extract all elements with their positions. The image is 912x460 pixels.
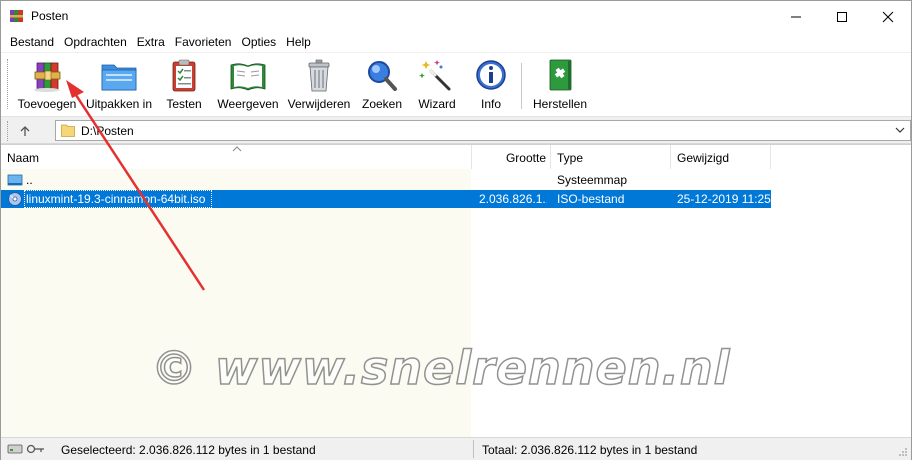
folder-icon bbox=[61, 124, 75, 137]
resize-grip-icon[interactable] bbox=[898, 447, 908, 457]
books-add-icon bbox=[34, 62, 61, 92]
menu-extra[interactable]: Extra bbox=[132, 32, 170, 52]
trash-can-icon bbox=[308, 59, 330, 92]
info-icon bbox=[476, 60, 506, 90]
column-header-type-label: Type bbox=[557, 151, 584, 165]
row-type: Systeemmap bbox=[557, 173, 628, 187]
toolbar-separator bbox=[521, 63, 522, 109]
arrow-up-icon bbox=[20, 126, 30, 136]
status-total: Totaal: 2.036.826.112 bytes in 1 bestand bbox=[482, 443, 698, 457]
name-column-shading bbox=[1, 169, 471, 438]
status-divider bbox=[473, 440, 474, 458]
table-row-parent[interactable]: .. Systeemmap bbox=[1, 171, 771, 189]
menu-bestand[interactable]: Bestand bbox=[5, 32, 59, 52]
address-path: D:\Posten bbox=[81, 124, 134, 138]
table-row-selected[interactable]: linuxmint-19.3-cinnamon-64bit.iso 2.036.… bbox=[1, 190, 771, 208]
minimize-button[interactable] bbox=[773, 1, 819, 32]
toolbar: Toevoegen Uitpakken in Testen Weergeven … bbox=[1, 52, 911, 116]
iso-file-icon bbox=[8, 192, 22, 206]
column-header-size[interactable]: Grootte bbox=[472, 145, 551, 169]
column-header-modified-label: Gewijzigd bbox=[677, 151, 730, 165]
winrar-window: Posten Bestand Opdrachten Extra Favoriet… bbox=[0, 0, 912, 460]
weergeven-button[interactable]: Weergeven bbox=[215, 57, 281, 113]
menu-favorieten[interactable]: Favorieten bbox=[170, 32, 237, 52]
toevoegen-label: Toevoegen bbox=[17, 97, 77, 111]
toevoegen-button[interactable]: Toevoegen bbox=[17, 57, 77, 113]
menu-opties[interactable]: Opties bbox=[236, 32, 281, 52]
minimize-icon bbox=[791, 16, 801, 17]
winrar-app-icon bbox=[10, 10, 23, 22]
status-bar: Geselecteerd: 2.036.826.112 bytes in 1 b… bbox=[1, 437, 911, 460]
menu-opdrachten[interactable]: Opdrachten bbox=[59, 32, 132, 52]
window-title: Posten bbox=[31, 9, 69, 23]
magic-wand-icon bbox=[419, 60, 451, 91]
row-type: ISO-bestand bbox=[557, 192, 625, 206]
testen-label: Testen bbox=[166, 97, 202, 111]
weergeven-label: Weergeven bbox=[217, 97, 279, 111]
maximize-button[interactable] bbox=[819, 1, 865, 32]
column-header-name-label: Naam bbox=[7, 151, 40, 165]
toolbar-grip[interactable] bbox=[7, 59, 10, 109]
wizard-button[interactable]: Wizard bbox=[415, 57, 459, 113]
maximize-icon bbox=[837, 11, 847, 22]
column-header-type[interactable]: Type bbox=[551, 145, 671, 169]
list-header: Naam Grootte Type Gewijzigd bbox=[1, 145, 911, 169]
menu-bar: Bestand Opdrachten Extra Favorieten Opti… bbox=[1, 32, 911, 52]
status-selected: Geselecteerd: 2.036.826.112 bytes in 1 b… bbox=[61, 443, 316, 457]
testen-button[interactable]: Testen bbox=[161, 57, 207, 113]
column-header-size-label: Grootte bbox=[505, 151, 546, 165]
address-combobox[interactable]: D:\Posten bbox=[55, 120, 911, 141]
uitpakken-label: Uitpakken in bbox=[85, 97, 153, 111]
column-header-modified[interactable]: Gewijzigd bbox=[671, 145, 771, 169]
clipboard-check-icon bbox=[172, 59, 196, 92]
title-bar[interactable]: Posten bbox=[1, 1, 911, 32]
address-bar-row: D:\Posten bbox=[1, 116, 911, 144]
watermark-text: © www.snelrennen.nl bbox=[150, 340, 731, 396]
sort-ascending-icon bbox=[232, 146, 242, 152]
magnifier-icon bbox=[368, 61, 397, 91]
close-icon bbox=[882, 11, 894, 22]
close-button[interactable] bbox=[865, 1, 911, 32]
row-size: 2.036.826.1... bbox=[479, 192, 547, 206]
row-name: .. bbox=[26, 173, 33, 187]
info-button[interactable]: Info bbox=[469, 57, 513, 113]
verwijderen-button[interactable]: Verwijderen bbox=[287, 57, 351, 113]
menu-help[interactable]: Help bbox=[281, 32, 316, 52]
row-modified: 25-12-2019 11:25 bbox=[677, 192, 771, 206]
herstellen-label: Herstellen bbox=[532, 97, 588, 111]
chevron-down-icon[interactable] bbox=[894, 124, 906, 136]
verwijderen-label: Verwijderen bbox=[287, 97, 351, 111]
open-book-icon bbox=[230, 63, 266, 91]
zoeken-label: Zoeken bbox=[361, 97, 403, 111]
folder-extract-icon bbox=[101, 64, 137, 91]
file-list[interactable]: Naam Grootte Type Gewijzigd .. Systeemma… bbox=[1, 144, 911, 438]
zoeken-button[interactable]: Zoeken bbox=[359, 57, 405, 113]
up-folder-button[interactable] bbox=[15, 121, 35, 141]
uitpakken-button[interactable]: Uitpakken in bbox=[85, 57, 153, 113]
wizard-label: Wizard bbox=[418, 97, 456, 111]
herstellen-button[interactable]: Herstellen bbox=[531, 57, 589, 113]
row-name: linuxmint-19.3-cinnamon-64bit.iso bbox=[26, 192, 206, 206]
first-aid-book-icon bbox=[549, 59, 572, 91]
drive-key-icon bbox=[7, 444, 44, 454]
address-grip[interactable] bbox=[7, 121, 10, 141]
info-label: Info bbox=[480, 97, 501, 111]
parent-folder-icon bbox=[7, 174, 23, 186]
